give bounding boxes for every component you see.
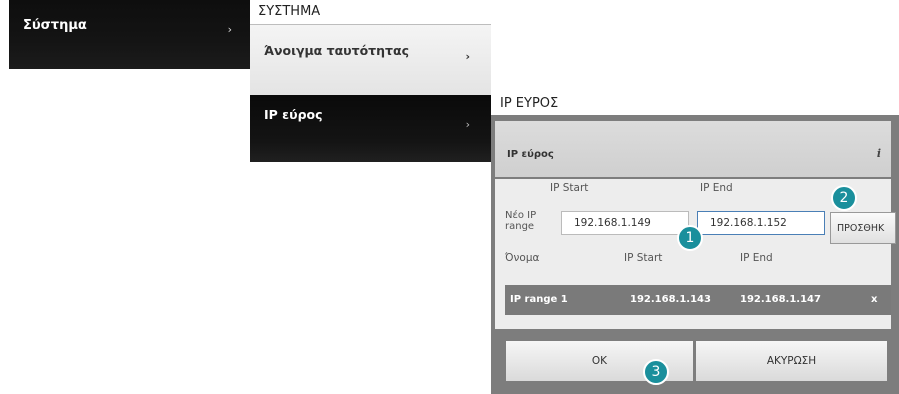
column-header-name: Όνομα [505, 252, 540, 264]
dialog-header-label: IP εύρος [507, 149, 554, 160]
remove-row-button[interactable]: x [871, 294, 877, 305]
table-row[interactable]: IP range 1 192.168.1.143 192.168.1.147 x [505, 285, 891, 315]
section-title: ΣΥΣΤΗΜΑ [258, 4, 321, 19]
info-icon[interactable]: i [877, 147, 881, 160]
add-button[interactable]: ΠΡΟΣΘΗΚ [830, 212, 896, 244]
row-ip-end: 192.168.1.147 [740, 294, 821, 305]
row-name: IP range 1 [510, 294, 568, 305]
cancel-button[interactable]: ΑΚΥΡΩΣΗ [696, 341, 887, 381]
chevron-right-icon: › [227, 23, 232, 36]
column-header-ip-end: IP End [740, 252, 773, 264]
ip-end-label: IP End [700, 182, 733, 194]
ip-start-label: IP Start [550, 182, 589, 194]
row-ip-start: 192.168.1.143 [630, 294, 711, 305]
submenu-item-identity-opening[interactable]: Άνοιγμα ταυτότητας › [250, 24, 491, 95]
dialog-header: IP εύρος i [495, 121, 891, 177]
ip-range-dialog: IP εύρος i IP Start IP End Νέο IP range … [491, 115, 899, 394]
menu-item-system[interactable]: Σύστημα › [9, 0, 250, 69]
ip-end-input[interactable]: 192.168.1.152 [697, 211, 825, 235]
callout-badge-2: 2 [831, 185, 857, 211]
dialog-title: IP ΕΥΡΟΣ [500, 96, 559, 111]
submenu-item-label: Άνοιγμα ταυτότητας [264, 43, 410, 58]
chevron-right-icon: › [465, 118, 470, 131]
callout-badge-3: 3 [643, 359, 669, 385]
callout-badge-1: 1 [677, 225, 703, 251]
new-ip-range-label: Νέο IP range [505, 210, 537, 232]
menu-item-system-label: Σύστημα [23, 18, 87, 33]
chevron-right-icon: › [465, 50, 470, 63]
column-header-ip-start: IP Start [624, 252, 663, 264]
ip-start-input[interactable]: 192.168.1.149 [561, 211, 689, 235]
submenu-item-ip-range[interactable]: IP εύρος › [250, 95, 491, 162]
submenu-item-label: IP εύρος [264, 107, 323, 122]
